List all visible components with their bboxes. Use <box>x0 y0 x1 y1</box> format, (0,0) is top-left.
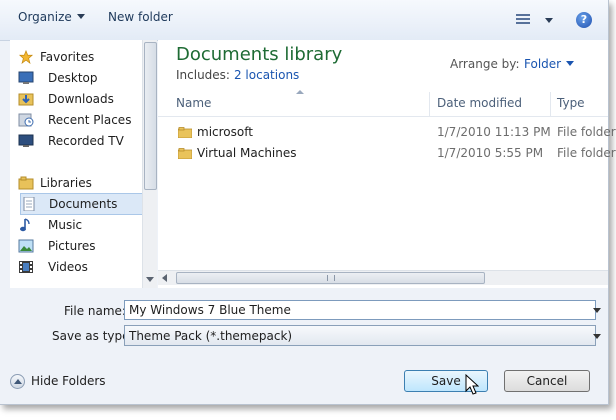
nav-item-recent-places[interactable]: Recent Places <box>18 110 146 130</box>
nav-item-downloads[interactable]: Downloads <box>18 89 146 109</box>
folder-icon <box>178 148 192 159</box>
file-name-dropdown-icon[interactable] <box>593 308 601 313</box>
file-type: File folder <box>557 146 616 160</box>
command-bar: Organize New folder ? <box>0 0 608 41</box>
mouse-cursor-icon <box>465 374 479 395</box>
nav-item-label: Documents <box>49 197 118 211</box>
column-divider[interactable] <box>550 92 551 116</box>
cancel-button[interactable]: Cancel <box>504 370 590 392</box>
scroll-left-icon[interactable] <box>162 274 167 282</box>
folder-icon <box>178 127 192 138</box>
file-name: Virtual Machines <box>197 146 297 160</box>
music-icon <box>20 218 30 232</box>
arrange-by-value: Folder <box>524 57 562 71</box>
downloads-folder-icon <box>18 93 34 106</box>
chevron-up-icon <box>10 374 25 389</box>
nav-item-videos[interactable]: Videos <box>18 257 146 277</box>
nav-item-label: Recent Places <box>48 113 132 127</box>
file-date: 1/7/2010 5:55 PM <box>437 146 544 160</box>
includes-label: Includes: <box>176 68 230 82</box>
column-header: Name Date modified Type <box>158 90 608 117</box>
organize-label: Organize <box>18 10 72 24</box>
desktop-icon <box>18 71 34 84</box>
file-list-scrollbar-thumb[interactable] <box>176 272 485 284</box>
file-list-scrollbar[interactable] <box>158 270 608 285</box>
view-chevron-down-icon[interactable] <box>545 18 553 23</box>
nav-libraries-label: Libraries <box>40 176 92 190</box>
recorded-tv-icon <box>18 134 34 147</box>
organize-button[interactable]: Organize <box>18 10 85 24</box>
view-options-icon[interactable] <box>516 14 530 25</box>
nav-item-label: Downloads <box>48 92 114 106</box>
nav-item-desktop[interactable]: Desktop <box>18 68 146 88</box>
column-divider[interactable] <box>429 92 430 116</box>
pictures-icon <box>18 239 34 253</box>
column-type[interactable]: Type <box>557 96 585 110</box>
videos-icon <box>19 261 33 273</box>
chevron-down-icon[interactable] <box>593 334 601 339</box>
nav-libraries[interactable]: Libraries <box>18 173 146 193</box>
scroll-down-icon[interactable] <box>146 277 154 282</box>
nav-scrollbar-thumb[interactable] <box>144 42 157 190</box>
star-icon <box>18 50 34 64</box>
new-folder-button[interactable]: New folder <box>108 10 173 24</box>
includes-info: Includes: 2 locations <box>176 68 299 82</box>
save-as-type-label: Save as type: <box>52 329 134 343</box>
nav-item-documents[interactable]: Documents <box>20 193 152 215</box>
nav-item-label: Desktop <box>48 71 98 85</box>
recent-places-icon <box>18 113 34 127</box>
file-list-pane: Documents library Includes: 2 locations A… <box>158 40 616 288</box>
nav-item-pictures[interactable]: Pictures <box>18 236 146 256</box>
nav-item-label: Music <box>48 218 83 232</box>
arrange-by-dropdown[interactable]: Folder <box>524 57 575 71</box>
column-name[interactable]: Name <box>176 96 211 110</box>
file-date: 1/7/2010 11:13 PM <box>437 125 551 139</box>
nav-favorites-label: Favorites <box>40 50 95 64</box>
file-name-label: File name: <box>64 304 126 318</box>
locations-link[interactable]: 2 locations <box>234 68 299 82</box>
nav-item-label: Videos <box>48 260 88 274</box>
library-title: Documents library <box>176 44 343 65</box>
chevron-down-icon <box>76 14 85 19</box>
nav-item-label: Recorded TV <box>48 134 124 148</box>
help-icon[interactable]: ? <box>576 12 592 28</box>
arrange-by-label: Arrange by: <box>450 57 520 71</box>
file-name: microsoft <box>197 125 253 139</box>
column-date-modified[interactable]: Date modified <box>437 96 522 110</box>
hide-folders-label: Hide Folders <box>31 374 106 388</box>
nav-item-label: Pictures <box>48 239 96 253</box>
file-type: File folder <box>557 125 616 139</box>
sort-ascending-icon <box>296 90 304 94</box>
save-as-dialog: Organize New folder ? Favorites Desktop … <box>0 0 616 405</box>
grip-icon <box>327 275 335 281</box>
file-name-input[interactable] <box>124 300 596 320</box>
navigation-pane: Favorites Desktop Downloads Recent Place… <box>10 40 156 288</box>
nav-favorites[interactable]: Favorites <box>18 47 146 67</box>
nav-scrollbar[interactable] <box>142 40 157 288</box>
documents-icon <box>23 197 35 211</box>
nav-item-music[interactable]: Music <box>18 215 146 235</box>
file-row[interactable]: microsoft 1/7/2010 11:13 PM File folder <box>158 123 616 143</box>
file-row[interactable]: Virtual Machines 1/7/2010 5:55 PM File f… <box>158 144 616 164</box>
chevron-down-icon <box>566 61 575 66</box>
nav-item-recorded-tv[interactable]: Recorded TV <box>18 131 146 151</box>
save-as-type-select[interactable]: Theme Pack (*.themepack) <box>124 325 596 346</box>
libraries-icon <box>18 176 34 190</box>
